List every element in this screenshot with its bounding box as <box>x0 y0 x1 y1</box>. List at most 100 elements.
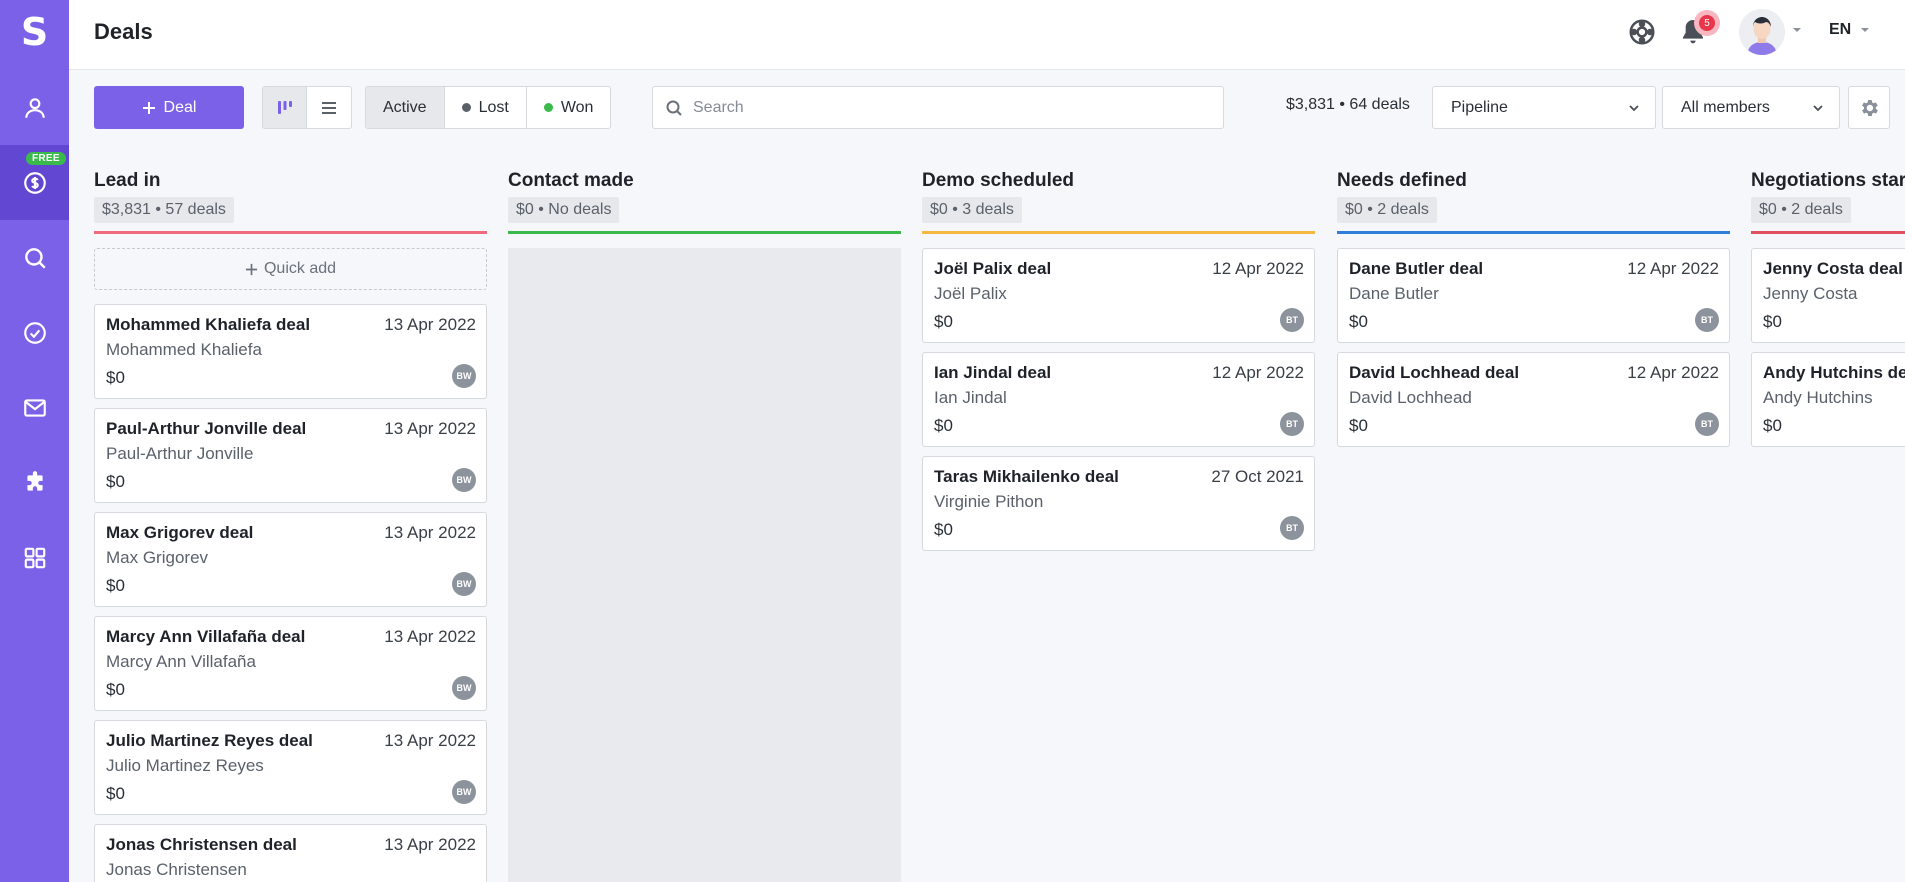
sidebar-item-deals[interactable]: FREE <box>0 145 69 220</box>
sidebar-item-contacts[interactable] <box>0 70 69 145</box>
status-active-button[interactable]: Active <box>366 87 445 128</box>
app-logo[interactable]: S <box>0 0 69 64</box>
members-select[interactable]: All members <box>1662 86 1840 129</box>
deal-card[interactable]: Jenny Costa deal Jenny Costa $0 <box>1751 248 1905 343</box>
quick-add-button[interactable]: Quick add <box>94 248 487 290</box>
deal-contact: Marcy Ann Villafaña <box>106 652 256 671</box>
chevron-down-icon <box>1629 104 1639 111</box>
deal-card[interactable]: Joël Palix deal 12 Apr 2022 Joël Palix $0 BT <box>922 248 1315 343</box>
owner-avatar: BT <box>1280 516 1304 540</box>
deal-contact: Jonas Christensen <box>106 860 247 879</box>
status-won-label: Won <box>560 98 594 116</box>
deal-date: 13 Apr 2022 <box>384 627 476 646</box>
kanban-icon <box>277 100 292 114</box>
deal-date: 13 Apr 2022 <box>384 835 476 854</box>
deal-card[interactable]: Ian Jindal deal 12 Apr 2022 Ian Jindal $0 BT <box>922 352 1315 447</box>
deal-card[interactable]: Paul-Arthur Jonville deal 13 Apr 2022 Paul… <box>94 408 487 503</box>
deal-contact: Ian Jindal <box>934 388 1007 407</box>
owner-avatar: BT <box>1280 412 1304 436</box>
deal-contact: David Lochhead <box>1349 388 1472 407</box>
dollar-circle-icon <box>23 171 46 194</box>
stage-bar <box>508 231 901 234</box>
free-badge: FREE <box>26 152 66 165</box>
column-meta: $0 • No deals <box>508 197 620 223</box>
deal-title: Taras Mikhailenko deal <box>934 467 1119 486</box>
owner-avatar: BW <box>452 780 476 804</box>
sidebar-item-integrations[interactable] <box>0 445 69 520</box>
search-box <box>652 86 1224 129</box>
language-selector[interactable]: EN <box>1829 21 1851 39</box>
deal-title: David Lochhead deal <box>1349 363 1520 382</box>
deal-contact: Joël Palix <box>934 284 1007 303</box>
deal-value: $0 <box>106 472 125 491</box>
status-lost-button[interactable]: Lost <box>445 87 527 128</box>
add-deal-button[interactable]: Deal <box>94 86 244 129</box>
deal-title: Julio Martinez Reyes deal <box>106 731 313 750</box>
deal-date: 12 Apr 2022 <box>1212 363 1304 382</box>
deal-value: $0 <box>106 680 125 699</box>
sidebar-item-tasks[interactable] <box>0 295 69 370</box>
check-circle-icon <box>23 321 46 344</box>
deal-date: 13 Apr 2022 <box>384 731 476 750</box>
deal-card[interactable]: Julio Martinez Reyes deal 13 Apr 2022 Juli… <box>94 720 487 815</box>
language-chevron-down-icon[interactable] <box>1859 25 1871 35</box>
deal-card[interactable]: Jonas Christensen deal 13 Apr 2022 Jonas C… <box>94 824 487 882</box>
stage-bar <box>1751 231 1905 234</box>
deal-contact: Max Grigorev <box>106 548 209 567</box>
sidebar-item-search[interactable] <box>0 220 69 295</box>
list-icon <box>322 101 336 114</box>
deal-value: $0 <box>934 520 953 539</box>
search-input[interactable] <box>693 98 1193 117</box>
deal-value: $0 <box>934 312 953 331</box>
avatar-chevron-down-icon[interactable] <box>1791 25 1803 35</box>
deal-card[interactable]: Taras Mikhailenko deal 27 Oct 2021 Virgini… <box>922 456 1315 551</box>
won-dot-icon <box>543 103 553 112</box>
quick-add-label: Quick add <box>263 260 337 277</box>
deal-contact: Jenny Costa <box>1763 284 1858 303</box>
sidebar: S FREE <box>0 0 69 882</box>
column-demo-scheduled: Demo scheduled $0 • 3 deals Joël Palix d… <box>922 170 1315 882</box>
status-won-button[interactable]: Won <box>527 87 611 128</box>
user-avatar[interactable] <box>1739 9 1785 55</box>
add-deal-label: Deal <box>163 98 197 116</box>
pipeline-select[interactable]: Pipeline <box>1432 86 1656 129</box>
deal-title: Jenny Costa deal <box>1763 259 1903 278</box>
help-lifebuoy-icon[interactable] <box>1627 17 1657 47</box>
deal-date: 12 Apr 2022 <box>1627 363 1719 382</box>
deal-card[interactable]: Marcy Ann Villafaña deal 13 Apr 2022 Marcy… <box>94 616 487 711</box>
deal-value: $0 <box>106 576 125 595</box>
status-filter: Active Lost Won <box>365 86 612 129</box>
deal-value: $0 <box>934 416 953 435</box>
notification-badge[interactable]: 5 <box>1694 10 1720 36</box>
deal-card[interactable]: Andy Hutchins deal Andy Hutchins $0 <box>1751 352 1905 447</box>
deal-value: $0 <box>106 784 125 803</box>
sidebar-item-apps[interactable] <box>0 520 69 595</box>
deal-title: Joël Palix deal <box>934 259 1052 278</box>
grid-icon <box>24 547 45 568</box>
deal-title: Jonas Christensen deal <box>106 835 297 854</box>
sidebar-item-mail[interactable] <box>0 370 69 445</box>
column-title: Needs defined <box>1337 170 1467 191</box>
top-header: Deals 5 EN <box>69 0 1905 70</box>
deal-card[interactable]: David Lochhead deal 12 Apr 2022 David Loch… <box>1337 352 1730 447</box>
empty-dropzone[interactable] <box>508 248 901 882</box>
column-lead-in: Lead in $3,831 • 57 deals Quick add Moha… <box>94 170 487 882</box>
deal-title: Dane Butler deal <box>1349 259 1484 278</box>
deal-contact: Paul-Arthur Jonville <box>106 444 254 463</box>
plus-icon <box>142 101 155 114</box>
column-title: Contact made <box>508 170 634 191</box>
deal-card[interactable]: Max Grigorev deal 13 Apr 2022 Max Grigorev… <box>94 512 487 607</box>
search-icon <box>666 100 682 116</box>
deal-title: Marcy Ann Villafaña deal <box>106 627 306 646</box>
list-view-button[interactable] <box>307 87 351 128</box>
column-meta: $3,831 • 57 deals <box>94 197 234 223</box>
deal-title: Ian Jindal deal <box>934 363 1052 382</box>
deal-contact: Virginie Pithon <box>934 492 1044 511</box>
kanban-view-button[interactable] <box>263 87 307 128</box>
settings-button[interactable] <box>1848 86 1890 129</box>
deal-value: $0 <box>1763 312 1782 331</box>
owner-avatar: BT <box>1695 412 1719 436</box>
deal-title: Max Grigorev deal <box>106 523 254 542</box>
deal-card[interactable]: Dane Butler deal 12 Apr 2022 Dane Butler $0… <box>1337 248 1730 343</box>
deal-card[interactable]: Mohammed Khaliefa deal 13 Apr 2022 Mohamme… <box>94 304 487 399</box>
